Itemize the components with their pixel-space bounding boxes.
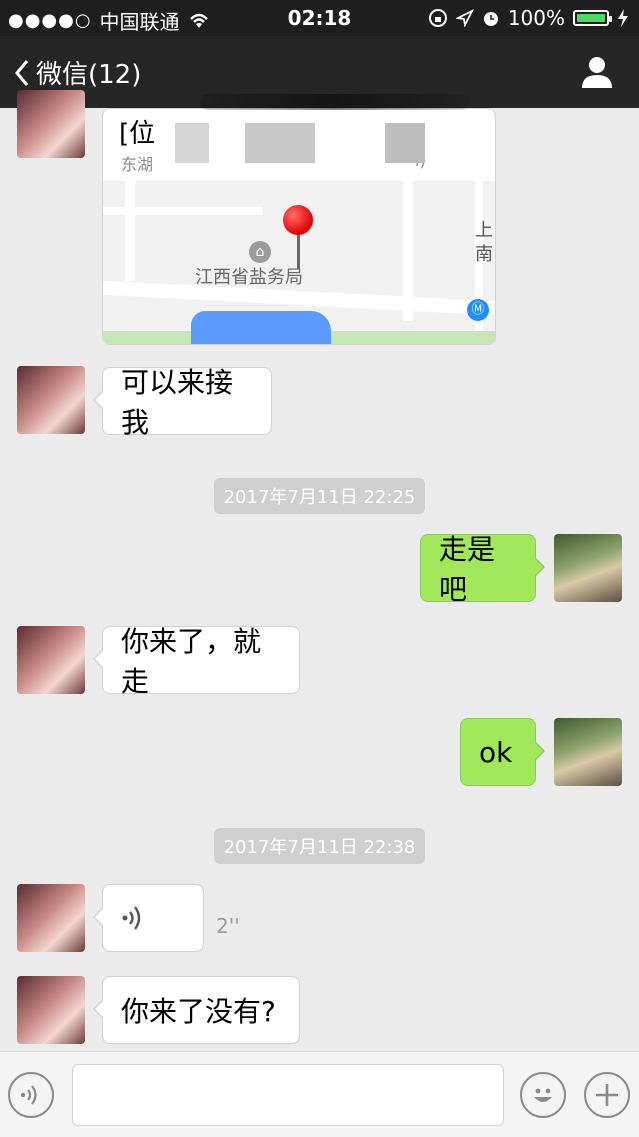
blurred-stripe (200, 94, 470, 110)
more-button[interactable] (584, 1072, 630, 1118)
message-text: 你来了没有? (121, 995, 276, 1028)
blurred-area (245, 123, 315, 163)
voice-duration: 2'' (216, 914, 240, 938)
avatar-contact[interactable] (17, 366, 85, 434)
message-input[interactable] (72, 1064, 504, 1126)
map-side-label: 上 南 (475, 220, 493, 265)
charging-icon (618, 9, 628, 27)
location-address-start: 东湖 (121, 155, 154, 174)
avatar-contact[interactable] (17, 976, 85, 1044)
message-text: 你来了，就走 (121, 625, 262, 698)
battery-percentage: 100% (507, 6, 565, 30)
message-bubble-incoming[interactable]: 可以来接我 (93, 366, 272, 439)
battery-icon (573, 10, 612, 26)
message-bubble-outgoing[interactable]: 走是吧 (420, 533, 545, 606)
avatar-contact[interactable] (17, 626, 85, 694)
plus-icon (596, 1084, 618, 1106)
location-arrow-icon (455, 9, 474, 27)
map-place-label: 江西省盐务局 (195, 267, 303, 288)
avatar-self[interactable] (554, 718, 622, 786)
location-title: [位 (119, 119, 156, 149)
status-bar: ●●●●○ 中国联通 02:18 100% (0, 0, 639, 36)
voice-icon (20, 1085, 37, 1105)
location-message[interactable]: [位 东湖 i) ⌂ 江西省盐务局 上 南 Ⓜ (102, 108, 496, 345)
message-bubble-outgoing[interactable]: ok (460, 718, 545, 786)
blurred-area (175, 123, 209, 163)
message-text: 可以来接我 (121, 366, 234, 439)
blurred-area (385, 123, 425, 163)
emoji-button[interactable] (520, 1072, 566, 1118)
avatar-self[interactable] (554, 534, 622, 602)
timestamp: 2017年7月11日 22:38 (0, 828, 639, 864)
back-chevron-icon (15, 59, 29, 86)
voice-icon (122, 906, 141, 930)
status-right: 100% (428, 6, 629, 30)
back-label: 微信(12) (36, 60, 142, 90)
contact-profile-icon[interactable] (579, 54, 615, 90)
lock-rotation-icon (428, 9, 447, 27)
emoji-icon (534, 1088, 552, 1102)
voice-input-button[interactable] (8, 1072, 54, 1118)
avatar-contact[interactable] (17, 884, 85, 952)
metro-icon: Ⓜ (467, 299, 489, 321)
map-pin-icon (283, 205, 313, 235)
water-area (191, 311, 331, 344)
message-bubble-incoming[interactable]: 你来了，就走 (93, 625, 300, 698)
avatar-contact[interactable] (17, 90, 85, 158)
voice-message[interactable] (93, 884, 204, 952)
back-button[interactable]: 微信(12) (14, 54, 141, 91)
input-bar (0, 1051, 639, 1137)
timestamp: 2017年7月11日 22:25 (0, 478, 639, 514)
location-map[interactable]: ⌂ 江西省盐务局 上 南 Ⓜ (103, 181, 495, 344)
message-text: 走是吧 (439, 533, 496, 606)
government-building-icon: ⌂ (249, 241, 271, 263)
message-text: ok (479, 735, 513, 769)
message-bubble-incoming[interactable]: 你来了没有? (93, 976, 300, 1044)
alarm-icon (483, 12, 498, 26)
